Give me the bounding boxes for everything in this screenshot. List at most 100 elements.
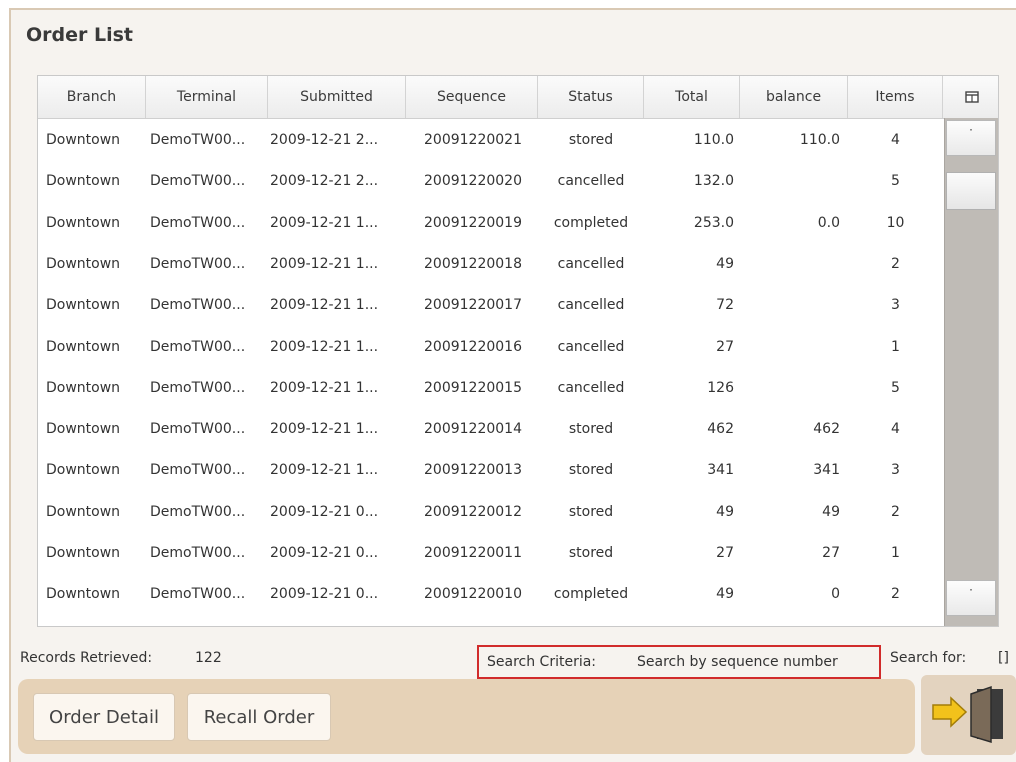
column-header-branch[interactable]: Branch: [38, 76, 146, 118]
table-cell-submitted: 2009-12-21 1...: [270, 379, 379, 396]
table-cell-branch: Downtown: [46, 462, 121, 479]
table-cell-total: 49: [716, 586, 734, 603]
table-cell-balance: 110.0: [799, 132, 840, 148]
table-row[interactable]: Downtown DemoTW00... 2009-12-21 0... 200912…: [38, 533, 943, 574]
table-cell-status: cancelled: [557, 173, 625, 190]
search-for-label: Search for:: [890, 650, 967, 666]
table-cell-terminal: DemoTW00...: [150, 338, 246, 355]
table-row[interactable]: Downtown DemoTW00... 2009-12-21 0... 200912…: [38, 574, 943, 615]
table-cell-items: 2: [891, 503, 900, 520]
records-retrieved-count: 122: [195, 650, 222, 666]
table-cell-status: stored: [568, 462, 614, 479]
table-cell-balance: 341: [813, 462, 840, 479]
table-cell-sequence: 20091220014: [424, 421, 522, 438]
table-cell-sequence: 20091220015: [424, 379, 522, 396]
table-cell-status: stored: [568, 421, 614, 438]
table-cell-total: 49: [716, 503, 734, 520]
column-picker-icon[interactable]: [943, 76, 998, 118]
search-for-input[interactable]: []: [998, 650, 1009, 666]
table-cell-sequence: 20091220016: [424, 338, 522, 355]
table-cell-total: 49: [716, 255, 734, 272]
table-row[interactable]: Downtown DemoTW00... 2009-12-21 2... 200912…: [38, 161, 943, 202]
table-cell-balance: [740, 244, 840, 285]
table-cell-items: 2: [891, 255, 900, 272]
table-cell-balance: [740, 285, 840, 326]
order-detail-button[interactable]: Order Detail: [33, 693, 175, 741]
table-cell-sequence: 20091220019: [424, 214, 522, 231]
table-cell-status: stored: [568, 503, 614, 520]
table-cell-terminal: DemoTW00...: [150, 297, 246, 314]
table-cell-balance: [740, 368, 840, 409]
table-cell-branch: Downtown: [46, 503, 121, 520]
table-cell-balance: 27: [822, 545, 840, 561]
table-row[interactable]: Downtown DemoTW00... 2009-12-21 0... 200912…: [38, 492, 943, 533]
table-cell-submitted: 2009-12-21 1...: [270, 214, 379, 231]
table-cell-items: 10: [886, 214, 905, 231]
exit-door-icon: [932, 685, 1003, 744]
search-criteria[interactable]: Search Criteria: Search by sequence numb…: [477, 645, 881, 679]
column-header-status[interactable]: Status: [538, 76, 644, 118]
table-cell-balance: [740, 161, 840, 202]
search-criteria-label: Search Criteria:: [487, 654, 597, 670]
exit-button[interactable]: [921, 675, 1016, 755]
table-row[interactable]: Downtown DemoTW00... 2009-12-21 1... 200912…: [38, 450, 943, 491]
table-cell-submitted: 2009-12-21 2...: [270, 173, 379, 190]
table-header: Branch Terminal Submitted Sequence Statu…: [38, 76, 998, 119]
table-cell-submitted: 2009-12-21 1...: [270, 338, 379, 355]
table-cell-items: 1: [891, 338, 900, 355]
scrollbar-thumb[interactable]: [946, 172, 996, 210]
table-row[interactable]: Downtown DemoTW00... 2009-12-21 1... 200912…: [38, 203, 943, 244]
table-cell-branch: Downtown: [46, 586, 121, 603]
table-cell-submitted: 2009-12-21 1...: [270, 255, 379, 272]
recall-order-button[interactable]: Recall Order: [187, 693, 331, 741]
scroll-up-button[interactable]: ˙: [946, 120, 996, 156]
table-cell-status: cancelled: [557, 338, 625, 355]
column-header-total[interactable]: Total: [644, 76, 740, 118]
table-cell-sequence: 20091220010: [424, 586, 522, 603]
table-cell-items: 4: [891, 132, 900, 148]
table-cell-sequence: 20091220021: [424, 132, 522, 148]
table-cell-items: 5: [891, 173, 900, 190]
table-cell-items: 3: [891, 297, 900, 314]
table-row[interactable]: Downtown DemoTW00... 2009-12-21 1... 200912…: [38, 409, 943, 450]
table-cell-items: 5: [891, 379, 900, 396]
table-cell-total: 27: [716, 545, 734, 561]
table-cell-terminal: DemoTW00...: [150, 421, 246, 438]
column-header-terminal[interactable]: Terminal: [146, 76, 268, 118]
table-row[interactable]: Downtown DemoTW00... 2009-12-21 1... 200912…: [38, 368, 943, 409]
vertical-scrollbar[interactable]: ˙ ˙: [944, 118, 998, 626]
table-cell-sequence: 20091220018: [424, 255, 522, 272]
table-cell-submitted: 2009-12-21 0...: [270, 503, 379, 520]
table-cell-branch: Downtown: [46, 379, 121, 396]
table-cell-total: 341: [707, 462, 734, 479]
column-header-items[interactable]: Items: [848, 76, 943, 118]
table-cell-sequence: 20091220013: [424, 462, 522, 479]
table-cell-sequence: 20091220012: [424, 503, 522, 520]
table-cell-status: cancelled: [557, 379, 625, 396]
table-cell-branch: Downtown: [46, 297, 121, 314]
table-cell-status: cancelled: [557, 297, 625, 314]
table-cell-status: stored: [568, 545, 614, 561]
table-cell-terminal: DemoTW00...: [150, 586, 246, 603]
table-cell-terminal: DemoTW00...: [150, 255, 246, 272]
table-cell-terminal: DemoTW00...: [150, 379, 246, 396]
table-cell-total: 72: [716, 297, 734, 314]
table-cell-submitted: 2009-12-21 1...: [270, 297, 379, 314]
records-retrieved-label: Records Retrieved:: [20, 650, 153, 666]
column-header-balance[interactable]: balance: [740, 76, 848, 118]
table-row[interactable]: Downtown DemoTW00... 2009-12-21 1... 200912…: [38, 244, 943, 285]
table-cell-status: cancelled: [557, 255, 625, 272]
table-cell-status: completed: [553, 586, 629, 603]
table-cell-sequence: 20091220020: [424, 173, 522, 190]
table-cell-total: 132.0: [693, 173, 734, 190]
table-row[interactable]: Downtown DemoTW00... 2009-12-21 2... 200912…: [38, 120, 943, 161]
table-row[interactable]: Downtown DemoTW00... 2009-12-21 1... 200912…: [38, 285, 943, 326]
column-header-submitted[interactable]: Submitted: [268, 76, 406, 118]
table-cell-branch: Downtown: [46, 545, 121, 561]
table-cell-submitted: 2009-12-21 1...: [270, 462, 379, 479]
table-row[interactable]: Downtown DemoTW00... 2009-12-21 1... 200912…: [38, 327, 943, 368]
table-cell-terminal: DemoTW00...: [150, 132, 246, 148]
column-header-sequence[interactable]: Sequence: [406, 76, 538, 118]
scroll-down-button[interactable]: ˙: [946, 580, 996, 616]
table-cell-total: 462: [707, 421, 734, 438]
